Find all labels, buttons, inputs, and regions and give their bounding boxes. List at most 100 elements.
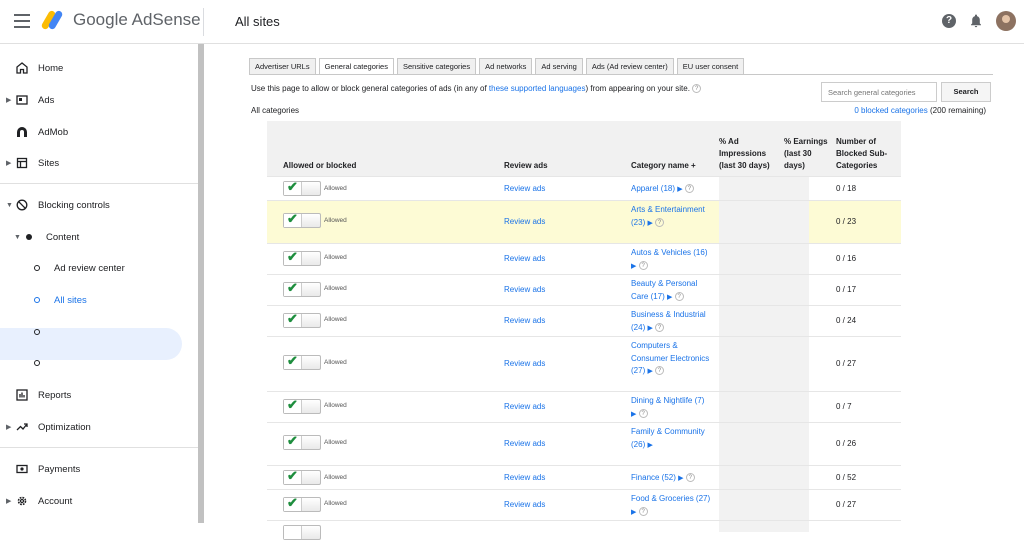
- allow-block-toggle[interactable]: ✔: [283, 433, 321, 450]
- help-icon[interactable]: ?: [655, 322, 665, 332]
- nav-divider: [0, 183, 198, 184]
- adsense-logo-icon: [40, 9, 66, 31]
- expand-arrow-icon[interactable]: ▶: [647, 442, 652, 449]
- allow-block-toggle[interactable]: ✔: [283, 495, 321, 512]
- nav-home[interactable]: Home: [0, 52, 198, 84]
- help-icon[interactable]: ?: [655, 366, 665, 376]
- tab-ad-networks[interactable]: Ad networks: [479, 58, 533, 74]
- allow-block-toggle[interactable]: ✔: [283, 468, 321, 485]
- tab-ad-serving[interactable]: Ad serving: [535, 58, 583, 74]
- tab-underline: [249, 74, 993, 75]
- nav-home-label: Home: [38, 62, 64, 74]
- expand-arrow-icon[interactable]: ▶: [647, 325, 652, 332]
- expand-arrow-icon[interactable]: ▶: [677, 186, 682, 193]
- expand-arrow-icon[interactable]: ▶: [631, 509, 636, 516]
- help-icon[interactable]: ?: [638, 408, 648, 418]
- bullet-ring-icon: [34, 297, 40, 303]
- sort-icon[interactable]: +: [691, 161, 696, 170]
- expand-caret-icon[interactable]: ▶: [6, 159, 11, 167]
- help-icon[interactable]: ?: [638, 506, 648, 516]
- review-ads-link[interactable]: Review ads: [504, 217, 545, 226]
- table-row: ✔ Allowed Review ads Family & Community …: [267, 422, 901, 465]
- category-link[interactable]: Family & Community (26) ▶: [631, 426, 711, 452]
- tab-ads-ad-review-center[interactable]: Ads (Ad review center): [585, 58, 674, 74]
- allow-block-toggle[interactable]: [283, 525, 321, 540]
- blocked-categories-link[interactable]: 0 blocked categories: [854, 106, 927, 115]
- review-ads-link[interactable]: Review ads: [504, 184, 545, 193]
- nav-ads[interactable]: ▶ Ads: [0, 84, 198, 116]
- allow-block-toggle[interactable]: ✔: [283, 280, 321, 297]
- expand-arrow-icon[interactable]: ▶: [667, 294, 672, 301]
- help-icon[interactable]: ?: [692, 84, 702, 94]
- category-link[interactable]: Computers & Consumer Electronics (27) ▶ …: [631, 340, 711, 379]
- menu-icon[interactable]: [14, 14, 30, 28]
- review-ads-link[interactable]: Review ads: [504, 473, 545, 482]
- help-icon[interactable]: ?: [685, 473, 695, 483]
- category-link[interactable]: Dining & Nightlife (7) ▶ ?: [631, 395, 711, 421]
- category-link[interactable]: Autos & Vehicles (16) ▶ ?: [631, 247, 711, 273]
- review-ads-link[interactable]: Review ads: [504, 439, 545, 448]
- expand-arrow-icon[interactable]: ▶: [631, 411, 636, 418]
- allow-block-toggle[interactable]: ✔: [283, 249, 321, 266]
- page-description: Use this page to allow or block general …: [251, 84, 702, 94]
- category-link[interactable]: Beauty & Personal Care (17) ▶ ?: [631, 278, 711, 304]
- expand-arrow-icon[interactable]: ▶: [631, 263, 636, 270]
- help-icon[interactable]: ?: [942, 14, 956, 28]
- nav-sites[interactable]: ▶ Sites: [0, 147, 198, 179]
- expand-caret-icon[interactable]: ▶: [6, 96, 11, 104]
- review-ads-link[interactable]: Review ads: [504, 285, 545, 294]
- nav-content[interactable]: ▼ Content: [0, 221, 198, 253]
- expand-arrow-icon[interactable]: ▶: [678, 475, 683, 482]
- nav-reports[interactable]: Reports: [0, 379, 198, 411]
- nav-all-sites[interactable]: All sites: [0, 284, 198, 316]
- adsense-logo[interactable]: Google AdSense: [40, 9, 201, 31]
- search-input[interactable]: [821, 82, 937, 102]
- nav-empty-item-2[interactable]: [0, 347, 198, 379]
- tab-sensitive-categories[interactable]: Sensitive categories: [396, 58, 477, 74]
- account-avatar[interactable]: [996, 11, 1016, 31]
- nav-ad-review-center[interactable]: Ad review center: [0, 252, 198, 284]
- nav-account[interactable]: ▶ Account: [0, 485, 198, 517]
- category-link[interactable]: Finance (52) ▶ ?: [631, 472, 711, 486]
- nav-admob[interactable]: AdMob: [0, 116, 198, 148]
- help-icon[interactable]: ?: [638, 260, 648, 270]
- review-ads-link[interactable]: Review ads: [504, 402, 545, 411]
- expand-arrow-icon[interactable]: ▶: [647, 368, 652, 375]
- notifications-bell-icon[interactable]: [970, 14, 982, 28]
- review-ads-link[interactable]: Review ads: [504, 254, 545, 263]
- category-link[interactable]: Business & Industrial (24) ▶ ?: [631, 309, 711, 335]
- review-ads-link[interactable]: Review ads: [504, 359, 545, 368]
- review-ads-link[interactable]: Review ads: [504, 500, 545, 509]
- category-link[interactable]: Food & Groceries (27) ▶ ?: [631, 493, 711, 519]
- search-button[interactable]: Search: [941, 82, 991, 102]
- nav-optimization[interactable]: ▶ Optimization: [0, 411, 198, 443]
- help-icon[interactable]: ?: [684, 184, 694, 194]
- nav-blocking-controls[interactable]: ▼ Blocking controls: [0, 189, 198, 221]
- col-category-name[interactable]: Category name +: [631, 160, 696, 172]
- nav-payments[interactable]: Payments: [0, 453, 198, 485]
- expand-caret-icon[interactable]: ▶: [6, 497, 11, 505]
- expand-caret-icon[interactable]: ▶: [6, 423, 11, 431]
- nav-empty-item-1[interactable]: [0, 316, 198, 348]
- tab-eu-user-consent[interactable]: EU user consent: [676, 58, 745, 74]
- allow-block-toggle[interactable]: ✔: [283, 179, 321, 196]
- review-ads-link[interactable]: Review ads: [504, 316, 545, 325]
- tab-general-categories[interactable]: General categories: [318, 58, 394, 74]
- allow-block-toggle[interactable]: ✔: [283, 311, 321, 328]
- expand-arrow-icon[interactable]: ▶: [647, 220, 652, 227]
- help-icon[interactable]: ?: [655, 217, 665, 227]
- category-name: Food & Groceries (27): [631, 494, 711, 503]
- status-label: Allowed: [324, 285, 347, 292]
- allow-block-toggle[interactable]: ✔: [283, 353, 321, 370]
- allow-block-toggle[interactable]: ✔: [283, 397, 321, 414]
- category-name: Business & Industrial (24): [631, 310, 706, 332]
- collapse-caret-icon[interactable]: ▼: [14, 234, 21, 241]
- supported-languages-link[interactable]: these supported languages: [489, 84, 586, 93]
- table-row: ✔ Allowed Review ads Business & Industri…: [267, 305, 901, 336]
- tab-advertiser-urls[interactable]: Advertiser URLs: [249, 58, 316, 74]
- allow-block-toggle[interactable]: ✔: [283, 211, 321, 228]
- category-link[interactable]: Apparel (18) ▶ ?: [631, 183, 711, 197]
- category-link[interactable]: Arts & Entertainment (23) ▶ ?: [631, 204, 711, 230]
- collapse-caret-icon[interactable]: ▼: [6, 202, 13, 209]
- help-icon[interactable]: ?: [674, 291, 684, 301]
